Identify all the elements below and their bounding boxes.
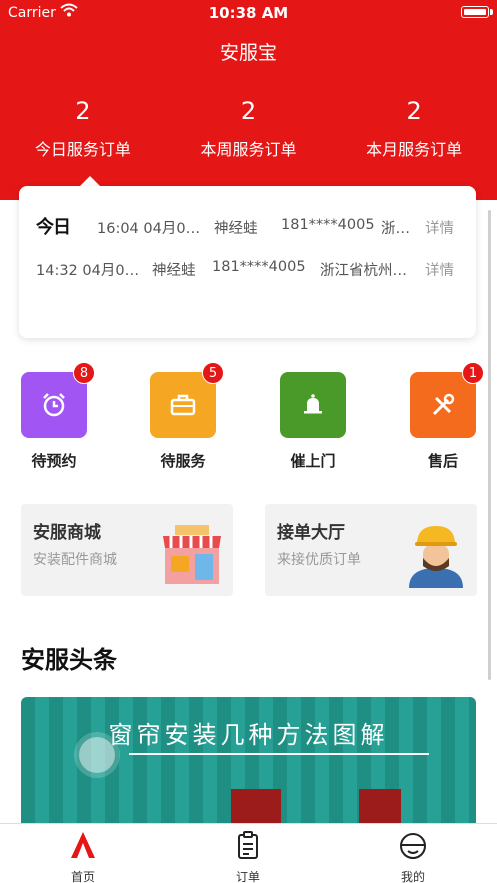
stat-value: 2 <box>406 97 422 125</box>
order-detail-link[interactable]: 详情 <box>425 217 454 238</box>
order-address: 浙… <box>381 221 410 237</box>
scrollbar <box>488 210 491 680</box>
tile-title: 接单大厅 <box>277 523 345 543</box>
count-badge: 1 <box>462 362 484 384</box>
order-time: 14:32 04月0… <box>36 263 140 279</box>
bell-icon <box>280 372 346 438</box>
stat-value: 2 <box>75 97 91 125</box>
selected-stat-pointer <box>80 176 100 186</box>
stat-label: 今日服务订单 <box>34 140 131 159</box>
count-badge: 5 <box>202 362 224 384</box>
order-customer: 神经蛙 <box>152 263 196 279</box>
quick-actions: 8 待预约 5 待服务 催上门 1 售后 <box>0 362 497 472</box>
order-time: 16:04 04月0… <box>97 221 201 237</box>
order-row[interactable]: 14:32 04月0… 神经蛙 181****4005 浙江省杭州… 详情 <box>19 259 476 283</box>
news-banner[interactable]: 窗帘安装几种方法图解 <box>21 697 476 824</box>
action-label: 售后 <box>427 452 458 470</box>
tile-order-hall[interactable]: 接单大厅 来接优质订单 <box>265 504 477 596</box>
order-customer: 神经蛙 <box>214 221 258 237</box>
order-stats: 2 今日服务订单 2 本周服务订单 2 本月服务订单 <box>0 92 497 172</box>
tab-label: 首页 <box>70 870 95 883</box>
clipboard-icon <box>238 831 258 859</box>
tab-label: 我的 <box>400 870 425 883</box>
store-icon <box>163 525 221 584</box>
stat-month[interactable]: 2 本月服务订单 <box>331 92 497 172</box>
action-urge-visit[interactable]: 催上门 <box>273 372 353 471</box>
section-title: 安服头条 <box>21 646 117 674</box>
action-after-sales[interactable]: 1 售后 <box>403 362 484 471</box>
home-logo-icon <box>71 832 95 858</box>
page-title: 安服宝 <box>219 42 277 64</box>
worker-icon <box>409 526 463 588</box>
curtain-image <box>231 789 281 824</box>
tab-label: 订单 <box>235 870 260 883</box>
status-time: 10:38 AM <box>208 4 289 22</box>
order-phone: 181****4005 <box>212 259 306 275</box>
order-row[interactable]: 16:04 04月0… 神经蛙 181****4005 浙… 详情 <box>19 217 476 241</box>
action-pending-service[interactable]: 5 待服务 <box>143 362 224 471</box>
order-address: 浙江省杭州… <box>320 263 407 279</box>
count-badge: 8 <box>73 362 95 384</box>
tab-profile[interactable]: 我的 <box>373 830 453 883</box>
header: Carrier 10:38 AM 安服宝 2 今日服务订单 2 本周服务订单 2… <box>0 0 497 200</box>
status-bar: Carrier 10:38 AM <box>0 0 497 26</box>
tile-title: 安服商城 <box>33 523 101 543</box>
action-label: 待服务 <box>160 452 206 470</box>
tab-orders[interactable]: 订单 <box>208 830 288 883</box>
curtain-image <box>359 789 401 824</box>
tab-bar: 首页 订单 我的 <box>0 823 497 883</box>
action-label: 催上门 <box>290 452 336 470</box>
tile-subtitle: 安装配件商城 <box>33 552 117 568</box>
banner-title: 窗帘安装几种方法图解 <box>108 721 389 749</box>
stat-value: 2 <box>240 97 257 125</box>
order-detail-link[interactable]: 详情 <box>425 259 454 280</box>
action-label: 待预约 <box>31 452 77 470</box>
toolbox-icon: 5 <box>150 362 224 438</box>
tile-subtitle: 来接优质订单 <box>277 552 361 568</box>
stat-label: 本周服务订单 <box>200 140 297 159</box>
tab-home[interactable]: 首页 <box>43 830 123 883</box>
order-phone: 181****4005 <box>281 217 375 233</box>
tools-icon: 1 <box>410 362 484 438</box>
today-orders-card: 今日 16:04 04月0… 神经蛙 181****4005 浙… 详情 14:… <box>19 186 476 338</box>
action-pending-appointment[interactable]: 8 待预约 <box>14 362 95 471</box>
tile-mall[interactable]: 安服商城 安装配件商城 <box>21 504 233 596</box>
alarm-clock-icon: 8 <box>21 362 95 438</box>
stat-label: 本月服务订单 <box>366 140 463 159</box>
stat-week[interactable]: 2 本周服务订单 <box>166 92 332 172</box>
battery-icon <box>461 6 489 18</box>
stat-today[interactable]: 2 今日服务订单 <box>0 92 166 172</box>
helmet-icon <box>400 833 426 859</box>
